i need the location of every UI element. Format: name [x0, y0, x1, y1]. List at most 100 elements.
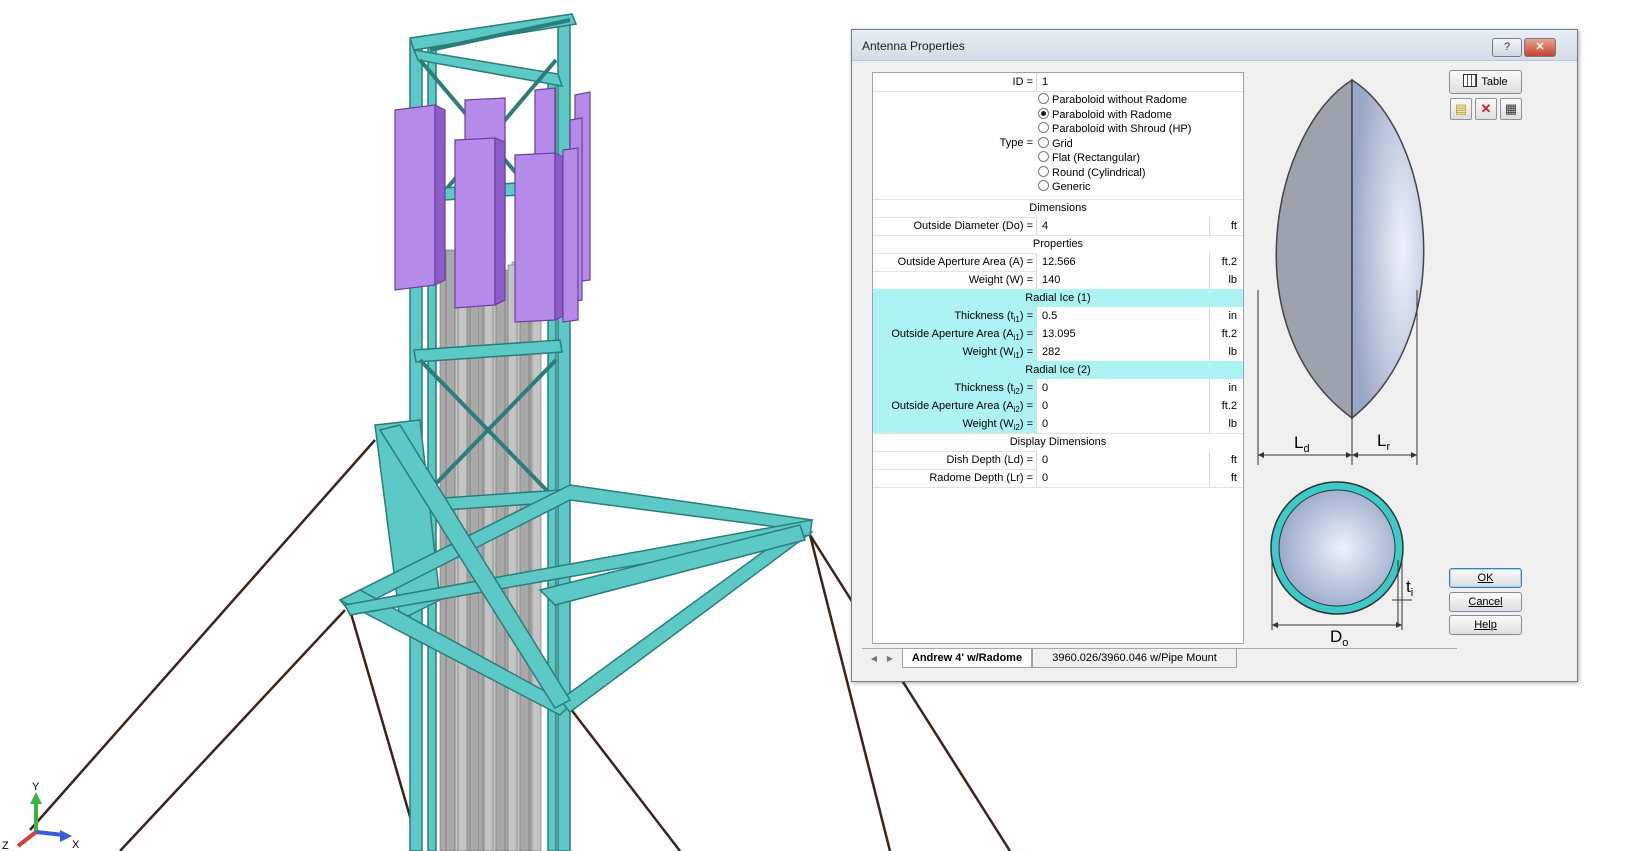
dialog-title: Antenna Properties	[862, 39, 965, 53]
radio-button-icon[interactable]	[1038, 151, 1049, 162]
table-button[interactable]: Table	[1449, 70, 1522, 94]
ice1-thickness-row: Thickness (ti1) = 0.5 in	[873, 307, 1243, 326]
dimensions-section-header: Dimensions	[873, 199, 1243, 218]
aperture-unit: ft.2	[1209, 253, 1243, 271]
copy-record-button[interactable]: ▦	[1500, 98, 1522, 120]
delete-x-icon: ✕	[1480, 101, 1492, 116]
do-dimension-label: Do	[1330, 627, 1348, 649]
type-option-2[interactable]: Paraboloid with Shroud (HP)	[1038, 122, 1191, 135]
help-question-button[interactable]: ?	[1492, 38, 1522, 57]
axis-z-label: Z	[2, 840, 9, 851]
ice1-weight-row: Weight (Wi1) = 282 lb	[873, 343, 1243, 362]
aperture-row: Outside Aperture Area (A) = 12.566 ft.2	[873, 253, 1243, 272]
ice2-thickness-row: Thickness (ti2) = 0 in	[873, 379, 1243, 398]
weight-row: Weight (W) = 140 lb	[873, 271, 1243, 290]
type-option-3[interactable]: Grid	[1038, 136, 1073, 150]
ice2-weight-unit: lb	[1209, 415, 1243, 433]
type-option-label: Flat (Rectangular)	[1052, 152, 1141, 164]
radio-button-icon[interactable]	[1038, 165, 1049, 177]
delete-record-button[interactable]: ✕	[1475, 98, 1497, 120]
type-option-label: Grid	[1052, 137, 1073, 150]
antenna-properties-dialog: Antenna Properties ? ✕ ID = 1 Type = Par…	[851, 29, 1578, 682]
radio-button-icon[interactable]	[1038, 180, 1049, 191]
outside-diameter-field[interactable]: 4	[1036, 217, 1209, 235]
new-record-button[interactable]: ▤	[1450, 98, 1472, 120]
dialog-titlebar[interactable]: Antenna Properties ? ✕	[852, 30, 1577, 61]
lr-dimension-label: Lr	[1377, 431, 1390, 453]
weight-unit: lb	[1209, 271, 1243, 289]
id-field[interactable]: 1	[1036, 73, 1243, 91]
coax-cable	[519, 269, 530, 851]
cancel-button[interactable]: Cancel	[1449, 592, 1522, 612]
radial-ice-2-header: Radial Ice (2)	[873, 361, 1243, 380]
weight-label: Weight (W) =	[968, 274, 1033, 286]
radome-depth-field[interactable]: 0	[1036, 469, 1209, 487]
axis-x-label: X	[72, 839, 80, 851]
radome-depth-unit: ft	[1209, 469, 1243, 487]
type-option-label: Paraboloid with Shroud (HP)	[1052, 123, 1192, 135]
ice1-aperture-field[interactable]: 13.095	[1036, 325, 1209, 343]
antenna-diagram: Ld Lr Do ti	[1257, 78, 1425, 649]
ice2-weight-field[interactable]: 0	[1036, 415, 1209, 433]
outside-diameter-unit: ft	[1209, 217, 1243, 235]
table-button-label: Table	[1481, 76, 1508, 88]
type-row: Type = Paraboloid without Radome Parabolo…	[873, 91, 1243, 200]
cancel-button-label: Cancel	[1468, 596, 1503, 608]
type-option-label: Paraboloid without Radome	[1052, 94, 1188, 106]
ice1-weight-unit: lb	[1209, 343, 1243, 361]
ice1-thickness-unit: in	[1209, 307, 1243, 325]
aperture-field[interactable]: 12.566	[1036, 253, 1209, 271]
type-option-1[interactable]: Paraboloid with Radome	[1038, 107, 1172, 121]
dish-depth-label: Dish Depth (Ld) =	[946, 454, 1033, 466]
properties-grid: ID = 1 Type = Paraboloid without Radome P…	[872, 72, 1244, 644]
ok-button-label: OK	[1477, 572, 1494, 584]
ice2-aperture-field[interactable]: 0	[1036, 397, 1209, 415]
dish-depth-row: Dish Depth (Ld) = 0 ft	[873, 451, 1243, 470]
type-option-6[interactable]: Generic	[1038, 180, 1091, 193]
radome-depth-row: Radome Depth (Lr) = 0 ft	[873, 469, 1243, 488]
dish-depth-unit: ft	[1209, 451, 1243, 469]
ice1-thickness-field[interactable]: 0.5	[1036, 307, 1209, 325]
ice2-aperture-unit: ft.2	[1209, 397, 1243, 415]
type-option-5[interactable]: Round (Cylindrical)	[1038, 165, 1146, 179]
outside-diameter-label: Outside Diameter (Do) =	[913, 220, 1033, 232]
radial-ice-1-header: Radial Ice (1)	[873, 289, 1243, 308]
ti-dimension-label: ti	[1406, 577, 1413, 599]
axis-y-label: Y	[32, 781, 40, 793]
help-button-label: Help	[1474, 619, 1497, 631]
type-option-4[interactable]: Flat (Rectangular)	[1038, 151, 1140, 164]
ice2-weight-row: Weight (Wi2) = 0 lb	[873, 415, 1243, 434]
type-label: Type =	[999, 137, 1033, 149]
type-option-0[interactable]: Paraboloid without Radome	[1038, 93, 1187, 106]
copy-record-icon: ▦	[1504, 101, 1518, 116]
display-dimensions-header: Display Dimensions	[873, 433, 1243, 452]
radio-button-icon[interactable]	[1038, 93, 1049, 104]
ice1-weight-field[interactable]: 282	[1036, 343, 1209, 361]
outside-diameter-row: Outside Diameter (Do) = 4 ft	[873, 217, 1243, 236]
help-button[interactable]: Help	[1449, 615, 1522, 635]
radio-button-icon[interactable]	[1038, 136, 1049, 148]
aperture-label: Outside Aperture Area (A) =	[897, 256, 1033, 268]
ok-button[interactable]: OK	[1449, 568, 1522, 588]
radio-button-icon[interactable]	[1038, 107, 1049, 119]
tab-prev-arrow-icon[interactable]: ◀	[866, 649, 882, 668]
tab-next-arrow-icon[interactable]: ▶	[882, 649, 898, 668]
ice1-aperture-unit: ft.2	[1209, 325, 1243, 343]
close-button[interactable]: ✕	[1524, 38, 1556, 57]
dish-front-view: Do ti	[1270, 481, 1413, 649]
tab-andrew-radome[interactable]: Andrew 4' w/Radome	[902, 649, 1032, 668]
coax-cable	[495, 247, 506, 851]
ice2-aperture-row: Outside Aperture Area (Ai2) = 0 ft.2	[873, 397, 1243, 416]
ice2-thickness-unit: in	[1209, 379, 1243, 397]
radio-button-icon[interactable]	[1038, 122, 1049, 133]
id-label: ID =	[1012, 76, 1033, 88]
table-grid-icon	[1463, 74, 1478, 87]
properties-section-header: Properties	[873, 235, 1243, 254]
type-option-label: Round (Cylindrical)	[1052, 166, 1146, 179]
dish-side-view: Ld Lr	[1257, 78, 1425, 465]
weight-field[interactable]: 140	[1036, 271, 1209, 289]
dish-depth-field[interactable]: 0	[1036, 451, 1209, 469]
tab-pipe-mount[interactable]: 3960.026/3960.046 w/Pipe Mount	[1032, 649, 1237, 668]
type-option-label: Generic	[1052, 181, 1091, 193]
ice2-thickness-field[interactable]: 0	[1036, 379, 1209, 397]
